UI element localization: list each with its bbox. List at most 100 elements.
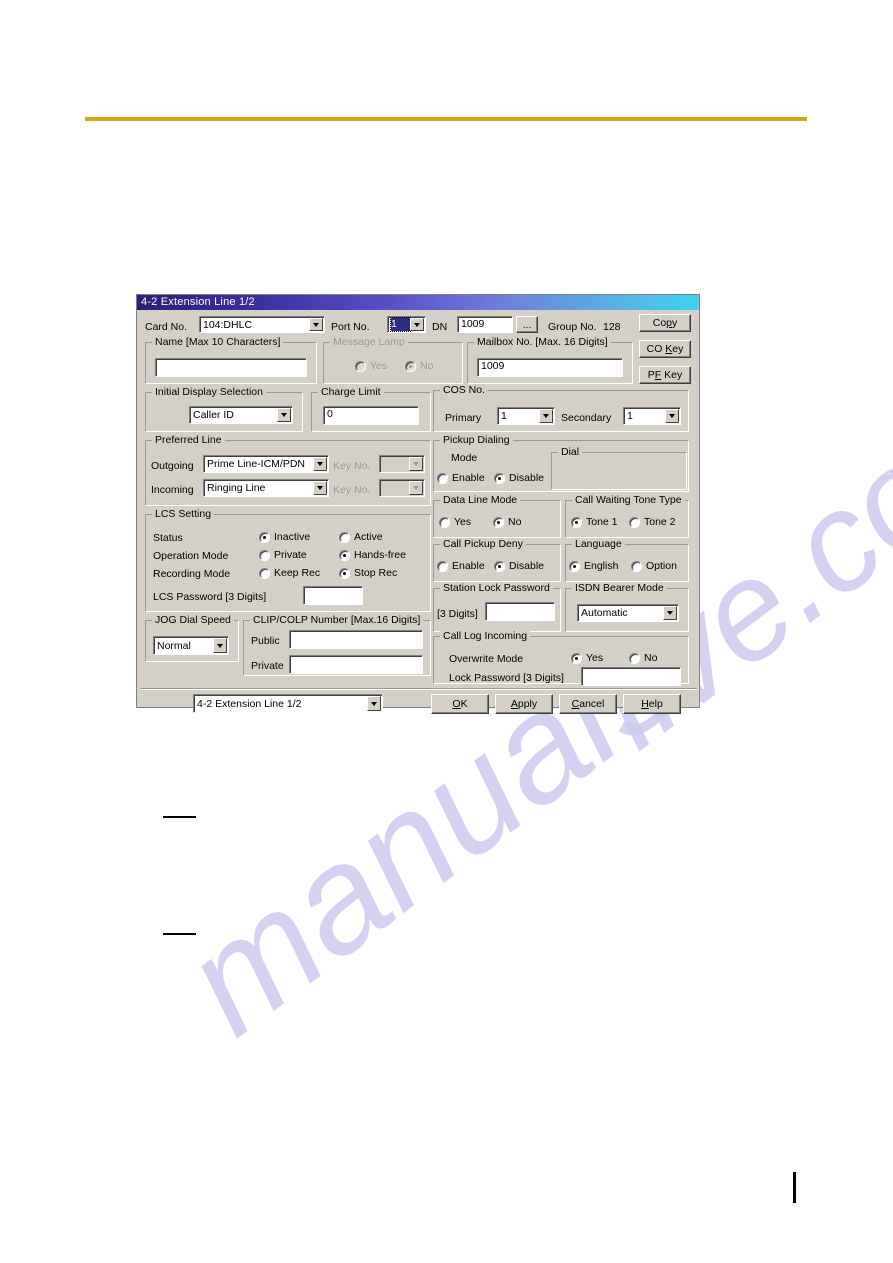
- radio-icon: [339, 531, 350, 543]
- radio-icon: [259, 549, 270, 561]
- ok-button[interactable]: OK: [431, 694, 489, 714]
- co-key-button[interactable]: CO Key: [639, 340, 691, 358]
- call-pickup-deny-disable-radio[interactable]: Disable: [494, 560, 544, 572]
- port-no-label: Port No.: [331, 321, 370, 333]
- chevron-down-icon[interactable]: [313, 481, 327, 495]
- pf-key-button[interactable]: PF Key: [639, 366, 691, 384]
- call-waiting-tone1-radio[interactable]: Tone 1: [571, 516, 618, 528]
- port-no-combo[interactable]: 1: [387, 316, 426, 333]
- preferred-outgoing-combo[interactable]: Prime Line-ICM/PDN: [203, 455, 329, 473]
- chevron-down-icon[interactable]: [665, 409, 679, 423]
- preferred-line-legend: Preferred Line: [152, 434, 225, 446]
- chevron-down-icon[interactable]: [663, 606, 677, 620]
- mailbox-no-input[interactable]: 1009: [477, 358, 623, 377]
- lcs-operation-label: Operation Mode: [153, 550, 229, 562]
- chevron-down-icon[interactable]: [539, 409, 553, 423]
- cancel-button[interactable]: Cancel: [559, 694, 617, 714]
- lcs-recording-stoprec-radio[interactable]: Stop Rec: [339, 567, 397, 579]
- copy-button[interactable]: Copy: [639, 314, 691, 332]
- station-lock-input[interactable]: [485, 602, 555, 621]
- dn-input[interactable]: 1009: [457, 316, 513, 333]
- lcs-operation-handsfree-radio[interactable]: Hands-free: [339, 549, 406, 561]
- name-group-legend: Name [Max 10 Characters]: [152, 336, 284, 348]
- lcs-status-active-radio[interactable]: Active: [339, 531, 383, 543]
- call-waiting-tone2-radio[interactable]: Tone 2: [629, 516, 676, 528]
- call-waiting-tone1-label: Tone 1: [586, 516, 618, 528]
- radio-icon: [493, 516, 504, 528]
- radio-icon: [339, 567, 350, 579]
- chevron-down-icon[interactable]: [367, 696, 381, 711]
- screen-select-combo[interactable]: 4-2 Extension Line 1/2: [193, 694, 383, 713]
- call-log-overwrite-no-radio[interactable]: No: [629, 652, 657, 664]
- pickup-dialing-legend: Pickup Dialing: [440, 434, 513, 446]
- data-line-no-radio[interactable]: No: [493, 516, 521, 528]
- card-no-combo[interactable]: 104:DHLC: [199, 316, 325, 333]
- lcs-recording-keeprec-radio[interactable]: Keep Rec: [259, 567, 320, 579]
- radio-icon: [259, 531, 270, 543]
- dn-label: DN: [432, 321, 448, 333]
- dialog-titlebar[interactable]: 4-2 Extension Line 1/2: [137, 295, 699, 310]
- call-log-overwrite-no-label: No: [644, 652, 658, 664]
- help-button[interactable]: Help: [623, 694, 681, 714]
- charge-limit-input[interactable]: 0: [323, 406, 419, 425]
- pickup-dialing-enable-radio[interactable]: Enable: [437, 472, 485, 484]
- chevron-down-icon[interactable]: [410, 318, 424, 331]
- radio-icon: [629, 516, 640, 528]
- isdn-bearer-combo[interactable]: Automatic: [577, 604, 679, 622]
- section-rule-upper: [163, 816, 196, 818]
- section-rule-lower: [163, 933, 196, 935]
- lcs-operation-handsfree-label: Hands-free: [354, 549, 406, 561]
- radio-icon: [355, 360, 366, 372]
- jog-dial-speed-combo[interactable]: Normal: [153, 636, 229, 655]
- lcs-operation-private-radio[interactable]: Private: [259, 549, 307, 561]
- pickup-dialing-disable-radio[interactable]: Disable: [494, 472, 544, 484]
- radio-icon: [494, 472, 505, 484]
- clip-colp-public-label: Public: [251, 635, 280, 647]
- call-pickup-deny-enable-radio[interactable]: Enable: [437, 560, 485, 572]
- call-log-overwrite-yes-radio[interactable]: Yes: [571, 652, 603, 664]
- lcs-password-input[interactable]: [303, 586, 363, 605]
- card-no-label: Card No.: [145, 321, 188, 333]
- lcs-recording-label: Recording Mode: [153, 568, 231, 580]
- cos-secondary-combo[interactable]: 1: [623, 407, 681, 425]
- lcs-status-active-label: Active: [354, 531, 383, 543]
- cos-group-legend: COS No.: [440, 384, 489, 396]
- chevron-down-icon[interactable]: [309, 318, 323, 331]
- apply-button[interactable]: Apply: [495, 694, 553, 714]
- lcs-recording-stoprec-label: Stop Rec: [354, 567, 398, 579]
- lcs-status-inactive-radio[interactable]: Inactive: [259, 531, 310, 543]
- jog-dial-speed-value: Normal: [157, 639, 191, 652]
- name-input[interactable]: [155, 358, 307, 377]
- radio-icon: [629, 652, 640, 664]
- message-lamp-yes-radio: Yes: [355, 360, 387, 372]
- chevron-down-icon[interactable]: [277, 408, 291, 422]
- group-no-label: Group No.: [548, 321, 597, 333]
- radio-icon: [631, 560, 642, 572]
- preferred-outgoing-key-label: Key No.: [333, 460, 371, 472]
- data-line-yes-radio[interactable]: Yes: [439, 516, 471, 528]
- station-lock-digits-label: [3 Digits]: [437, 608, 478, 620]
- cos-primary-combo[interactable]: 1: [497, 407, 555, 425]
- language-option-label: Option: [646, 560, 677, 572]
- clip-colp-public-input[interactable]: [289, 630, 423, 649]
- extension-line-dialog: 4-2 Extension Line 1/2 Card No. 104:DHLC…: [136, 294, 700, 714]
- jog-dial-speed-legend: JOG Dial Speed: [152, 614, 234, 626]
- clip-colp-private-input[interactable]: [289, 655, 423, 674]
- call-log-overwrite-label: Overwrite Mode: [449, 653, 524, 665]
- language-option-radio[interactable]: Option: [631, 560, 677, 572]
- lcs-recording-keeprec-label: Keep Rec: [274, 567, 321, 579]
- chevron-down-icon: [409, 457, 423, 471]
- dn-browse-button[interactable]: ...: [516, 316, 538, 333]
- chevron-down-icon[interactable]: [313, 457, 327, 471]
- dn-browse-label: ...: [522, 318, 532, 331]
- preferred-incoming-combo[interactable]: Ringing Line: [203, 479, 329, 497]
- language-english-radio[interactable]: English: [569, 560, 618, 572]
- call-log-lock-password-input[interactable]: [581, 667, 681, 686]
- initial-display-combo[interactable]: Caller ID: [189, 406, 293, 424]
- data-line-yes-label: Yes: [454, 516, 472, 528]
- dialog-title: 4-2 Extension Line 1/2: [141, 296, 255, 308]
- call-log-incoming-legend: Call Log Incoming: [440, 630, 531, 642]
- chevron-down-icon[interactable]: [213, 638, 227, 653]
- station-lock-legend: Station Lock Password: [440, 582, 553, 594]
- cos-secondary-label: Secondary: [561, 412, 612, 424]
